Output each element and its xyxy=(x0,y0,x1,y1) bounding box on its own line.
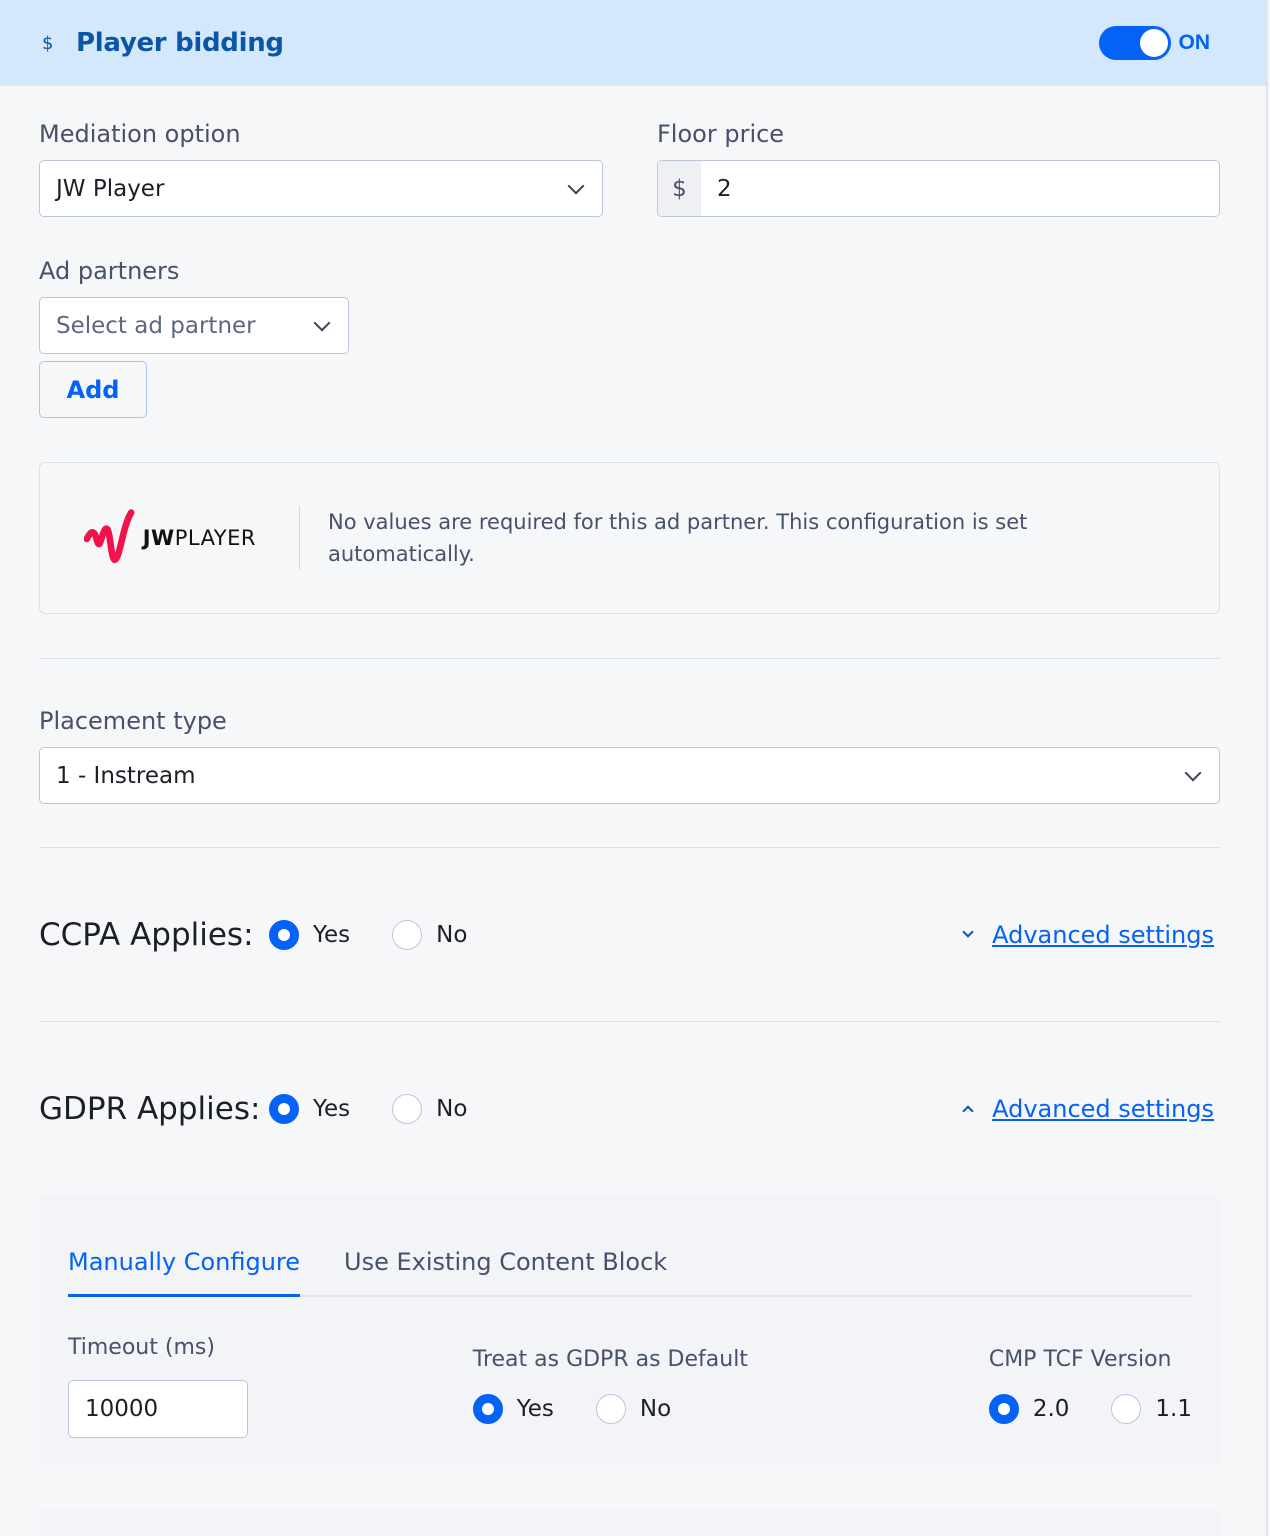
gdpr-radio-group: Yes No xyxy=(269,1093,509,1124)
card-divider xyxy=(299,506,300,570)
cmp-version-2-0-radio[interactable]: 2.0 xyxy=(988,1394,1069,1424)
chevron-down-icon xyxy=(313,314,331,331)
toggle-state-label: ON xyxy=(1178,31,1211,54)
ccpa-row: CCPA Applies: Yes No Advanced settings xyxy=(39,848,1220,1021)
gdpr-default-yes-radio[interactable]: Yes xyxy=(472,1394,554,1424)
panel-continuation xyxy=(39,1510,1220,1536)
gdpr-default-no-radio[interactable]: No xyxy=(595,1394,671,1424)
chevron-down-icon xyxy=(567,177,585,194)
mediation-option-value: JW Player xyxy=(56,175,165,202)
chevron-down-icon xyxy=(1184,764,1202,781)
gdpr-row: GDPR Applies: Yes No Advanced settings xyxy=(39,1022,1220,1195)
gdpr-advanced-settings-link[interactable]: Advanced settings xyxy=(962,1095,1214,1123)
ad-partners-label: Ad partners xyxy=(39,257,180,285)
radio-checked-icon xyxy=(472,1394,503,1424)
gdpr-no-radio[interactable]: No xyxy=(392,1093,467,1124)
chevron-down-icon xyxy=(962,926,974,938)
section-header: $ Player bidding ON xyxy=(0,0,1266,86)
tab-use-existing-content-block[interactable]: Use Existing Content Block xyxy=(344,1248,667,1295)
timeout-input[interactable] xyxy=(68,1380,248,1438)
ccpa-radio-group: Yes No xyxy=(269,919,509,950)
currency-prefix: $ xyxy=(658,161,701,216)
ad-partner-placeholder: Select ad partner xyxy=(56,312,256,339)
timeout-label: Timeout (ms) xyxy=(68,1335,215,1360)
gdpr-label: GDPR Applies: xyxy=(39,1090,261,1127)
jwplayer-wave-icon xyxy=(84,509,135,564)
jwplayer-logo: JWPLAYER xyxy=(84,507,256,569)
logo-text: PLAYER xyxy=(174,526,256,550)
placement-type-value: 1 - Instream xyxy=(56,762,196,789)
tab-manually-configure[interactable]: Manually Configure xyxy=(68,1248,301,1297)
radio-checked-icon xyxy=(269,1093,299,1124)
ccpa-label: CCPA Applies: xyxy=(39,916,254,953)
radio-unchecked-icon xyxy=(392,919,423,950)
add-ad-partner-button[interactable]: Add xyxy=(39,361,147,418)
mediation-option-select[interactable]: JW Player xyxy=(39,160,603,217)
divider xyxy=(39,658,1220,659)
advanced-tabs: Manually Configure Use Existing Content … xyxy=(68,1196,1192,1297)
section-title: Player bidding xyxy=(76,28,284,58)
radio-unchecked-icon xyxy=(595,1394,626,1424)
ccpa-yes-radio[interactable]: Yes xyxy=(269,919,350,950)
gdpr-default-label: Treat as GDPR as Default xyxy=(472,1347,748,1372)
ccpa-no-radio[interactable]: No xyxy=(392,919,467,950)
placement-type-select[interactable]: 1 - Instream xyxy=(39,747,1220,804)
cmp-version-label: CMP TCF Version xyxy=(988,1347,1172,1372)
chevron-up-icon xyxy=(962,1105,974,1117)
partner-card-message: No values are required for this ad partn… xyxy=(328,510,1028,566)
player-bidding-toggle[interactable] xyxy=(1098,26,1171,60)
toggle-knob xyxy=(1139,29,1168,57)
ad-partner-select[interactable]: Select ad partner xyxy=(39,297,349,354)
radio-unchecked-icon xyxy=(1111,1394,1142,1424)
mediation-option-label: Mediation option xyxy=(39,120,241,148)
floor-price-input[interactable] xyxy=(701,161,1219,216)
dollar-icon: $ xyxy=(42,32,54,54)
logo-text-bold: JW xyxy=(142,526,175,550)
ccpa-advanced-settings-link[interactable]: Advanced settings xyxy=(962,921,1214,949)
partner-card: JWPLAYER No values are required for this… xyxy=(39,462,1220,614)
radio-unchecked-icon xyxy=(392,1093,423,1124)
radio-checked-icon xyxy=(269,919,299,950)
gdpr-advanced-panel: Manually Configure Use Existing Content … xyxy=(39,1196,1220,1464)
floor-price-label: Floor price xyxy=(657,120,785,148)
placement-type-label: Placement type xyxy=(39,707,227,735)
player-bidding-page: $ Player bidding ON Mediation option JW … xyxy=(0,0,1268,1536)
gdpr-yes-radio[interactable]: Yes xyxy=(269,1093,350,1124)
radio-checked-icon xyxy=(988,1394,1019,1424)
cmp-version-1-1-radio[interactable]: 1.1 xyxy=(1111,1394,1192,1424)
